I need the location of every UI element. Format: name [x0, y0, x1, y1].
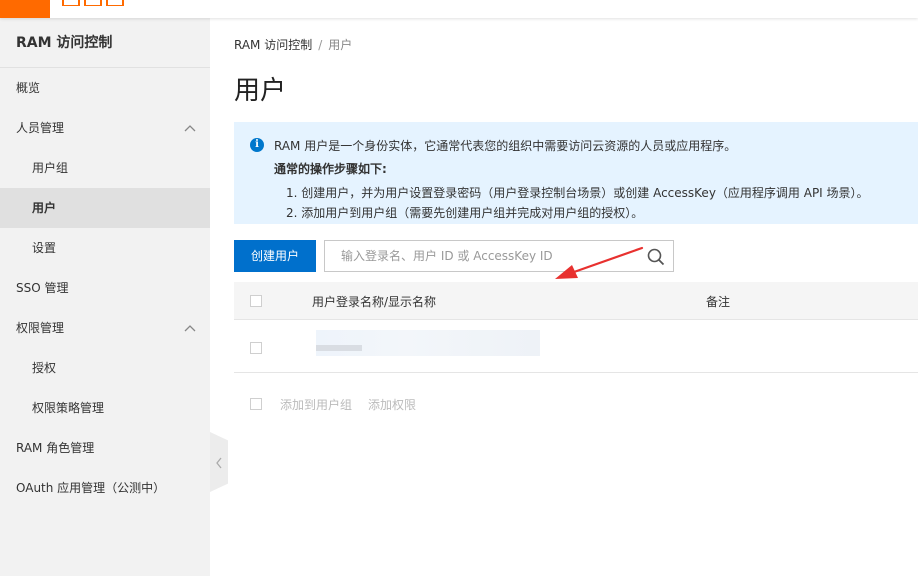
notice-text: RAM 用户是一个身份实体，它通常代表您的组织中需要访问云资源的人员或应用程序。 [274, 139, 737, 153]
create-user-button[interactable]: 创建用户 [234, 240, 316, 272]
redacted-username [316, 330, 540, 356]
sidebar-item-grants[interactable]: 授权 [0, 348, 210, 388]
select-all-checkbox[interactable] [250, 295, 262, 307]
breadcrumb-root-link[interactable]: RAM 访问控制 [234, 38, 312, 52]
column-header-remark: 备注 [706, 295, 731, 309]
sidebar-collapse-handle[interactable] [210, 432, 228, 492]
sidebar-item-oauth-apps[interactable]: OAuth 应用管理（公测中） [0, 468, 210, 508]
sidebar-item-users[interactable]: 用户 [0, 188, 210, 228]
add-to-group-button[interactable]: 添加到用户组 [280, 396, 352, 413]
row-checkbox[interactable] [250, 342, 262, 354]
chevron-up-icon[interactable] [184, 324, 196, 334]
notice-step-2: 2. 添加用户到用户组（需要先创建用户组并完成对用户组的授权）。 [286, 206, 644, 220]
top-bar [0, 0, 918, 18]
sidebar-item-overview[interactable]: 概览 [0, 68, 210, 108]
sidebar-group-permissions[interactable]: 权限管理 [0, 308, 210, 348]
sidebar-item-settings[interactable]: 设置 [0, 228, 210, 268]
info-notice: i RAM 用户是一个身份实体，它通常代表您的组织中需要访问云资源的人员或应用程… [234, 122, 918, 224]
sidebar-item-label: 设置 [32, 241, 57, 255]
console-home-logo[interactable] [0, 0, 50, 18]
table-row[interactable] [234, 320, 918, 373]
sidebar-group-identities[interactable]: 人员管理 [0, 108, 210, 148]
sidebar-item-sso[interactable]: SSO 管理 [0, 268, 210, 308]
search-icon[interactable] [647, 248, 665, 266]
notice-steps-title: 通常的操作步骤如下: [274, 162, 387, 176]
sidebar-item-label: 授权 [32, 361, 57, 375]
column-header-login-name: 用户登录名称/显示名称 [312, 295, 437, 309]
table-header: 用户登录名称/显示名称 备注 [234, 282, 918, 320]
sidebar-item-label: 概览 [16, 81, 41, 95]
brand-logo [62, 0, 146, 6]
page-title: 用户 [234, 76, 287, 106]
sidebar-item-ram-roles[interactable]: RAM 角色管理 [0, 428, 210, 468]
sidebar-item-label: 用户 [32, 201, 57, 215]
footer-select-all-checkbox[interactable] [250, 398, 262, 410]
annotation-arrow [555, 246, 644, 279]
sidebar-item-policies[interactable]: 权限策略管理 [0, 388, 210, 428]
add-permission-button[interactable]: 添加权限 [368, 396, 416, 413]
sidebar-item-label: 人员管理 [16, 121, 65, 135]
sidebar-item-label: OAuth 应用管理（公测中） [16, 481, 166, 495]
notice-step-1: 1. 创建用户，并为用户设置登录密码（用户登录控制台场景）或创建 AccessK… [286, 186, 869, 200]
chevron-up-icon[interactable] [184, 124, 196, 134]
sidebar-item-label: 用户组 [32, 161, 69, 175]
sidebar-title: RAM 访问控制 [0, 18, 210, 68]
main-content: RAM 访问控制 / 用户 用户 i RAM 用户是一个身份实体，它通常代表您的组织… [234, 18, 918, 576]
sidebar-item-user-groups[interactable]: 用户组 [0, 148, 210, 188]
sidebar-item-label: SSO 管理 [16, 281, 69, 295]
sidebar-item-label: 权限策略管理 [32, 401, 105, 415]
breadcrumb: RAM 访问控制 / 用户 [234, 36, 352, 53]
sidebar-item-label: 权限管理 [16, 321, 65, 335]
sidebar-item-label: RAM 角色管理 [16, 441, 95, 455]
sidebar: RAM 访问控制 概览 人员管理 用户组 用户 设置 SSO 管理 权限管理 授… [0, 18, 210, 576]
breadcrumb-current: 用户 [328, 38, 353, 52]
chevron-left-icon [216, 457, 222, 469]
breadcrumb-separator: / [318, 38, 323, 52]
info-icon: i [250, 138, 264, 152]
